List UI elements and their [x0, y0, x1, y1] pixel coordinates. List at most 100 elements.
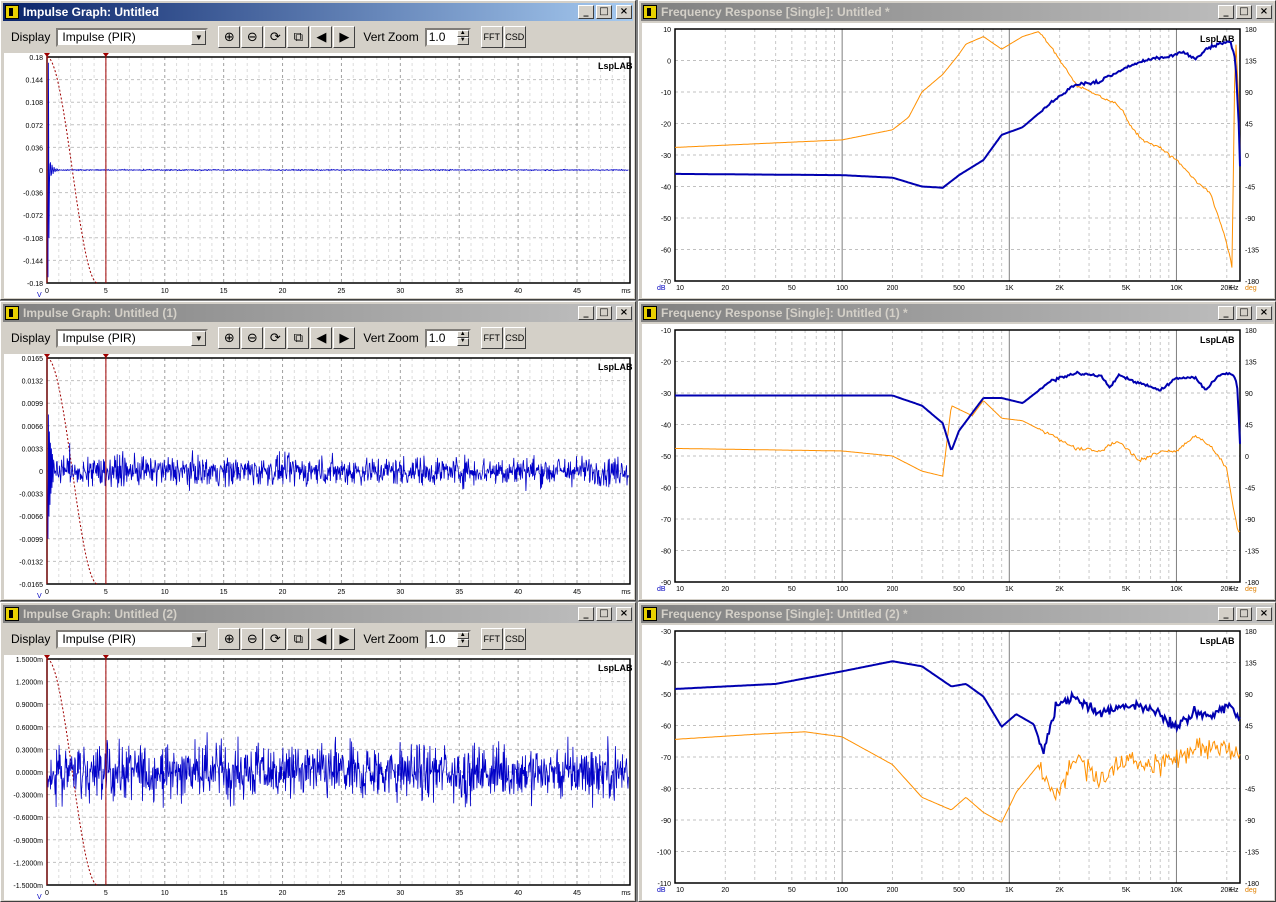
impulse-plot[interactable]: 0.0165 0.0132 0.0099 0.0066 0.0033 0 -0.0033 -0…	[4, 354, 634, 599]
close-button[interactable]: ×	[616, 5, 632, 19]
zoom-reset-button[interactable]: ⟳	[264, 327, 287, 349]
csd-button[interactable]: CSD	[503, 26, 526, 48]
chevron-down-icon[interactable]: ▼	[191, 330, 207, 346]
window-titlebar[interactable]: Impulse Graph: Untitled (2) _ □ ×	[3, 605, 633, 623]
deg-tick-label: -45	[1245, 787, 1255, 794]
close-button[interactable]: ×	[1256, 607, 1272, 621]
zoom-reset-icon: ⟳	[269, 631, 281, 647]
arrow-left-icon: ◀	[316, 631, 327, 647]
y-tick-label: -1.2000m	[13, 860, 43, 867]
maximize-button[interactable]: □	[1236, 5, 1252, 19]
db-tick-label: -10	[661, 328, 671, 335]
fft-button[interactable]: FFT	[480, 26, 503, 48]
zoom-out-button[interactable]: ⊖	[241, 26, 264, 48]
x-tick-label: 5	[104, 890, 108, 897]
zoom-in-button[interactable]: ⊕	[218, 628, 241, 650]
spin-down-icon[interactable]: ▼	[456, 639, 469, 647]
maximize-button[interactable]: □	[1236, 306, 1252, 320]
freq-tick-label: 2K	[1055, 586, 1064, 593]
y-tick-label: 0.036	[25, 145, 43, 152]
db-tick-label: -50	[661, 216, 671, 223]
close-button[interactable]: ×	[616, 607, 632, 621]
chevron-down-icon[interactable]: ▼	[191, 631, 207, 647]
close-button[interactable]: ×	[1256, 306, 1272, 320]
freq-window-0[interactable]: Frequency Response [Single]: Untitled * …	[638, 0, 1276, 300]
x-tick-label: ms	[621, 890, 631, 897]
x-tick-label: 10	[161, 288, 169, 295]
zoom-fit-icon: ⧉	[293, 29, 303, 45]
minimize-button[interactable]: _	[578, 5, 594, 19]
window-titlebar[interactable]: Impulse Graph: Untitled _ □ ×	[3, 3, 633, 21]
spin-up-icon[interactable]: ▲	[456, 29, 469, 37]
scroll-right-button[interactable]: ▶	[333, 327, 356, 349]
freq-window-2[interactable]: Frequency Response [Single]: Untitled (2…	[638, 602, 1276, 902]
spin-up-icon[interactable]: ▲	[456, 330, 469, 338]
impulse-window-1[interactable]: Impulse Graph: Untitled (1) _ □ × Displa…	[0, 301, 636, 601]
arrow-right-icon: ▶	[339, 631, 350, 647]
csd-button[interactable]: CSD	[503, 327, 526, 349]
zoom-fit-button[interactable]: ⧉	[287, 26, 310, 48]
minimize-button[interactable]: _	[578, 306, 594, 320]
zoom-in-button[interactable]: ⊕	[218, 26, 241, 48]
window-titlebar[interactable]: Frequency Response [Single]: Untitled * …	[641, 3, 1273, 21]
zoom-fit-button[interactable]: ⧉	[287, 628, 310, 650]
window-titlebar[interactable]: Frequency Response [Single]: Untitled (1…	[641, 304, 1273, 322]
db-tick-label: -80	[661, 549, 671, 556]
frequency-plot[interactable]: 100-10-20-30-40-50-60-7018013590450-45-9…	[642, 23, 1274, 298]
maximize-button[interactable]: □	[596, 607, 612, 621]
minimize-button[interactable]: _	[1218, 306, 1234, 320]
zoom-out-button[interactable]: ⊖	[241, 327, 264, 349]
zoom-in-button[interactable]: ⊕	[218, 327, 241, 349]
db-tick-label: -40	[661, 185, 671, 192]
zoom-fit-button[interactable]: ⧉	[287, 327, 310, 349]
fft-button[interactable]: FFT	[480, 628, 503, 650]
scroll-left-button[interactable]: ◀	[310, 327, 333, 349]
close-button[interactable]: ×	[616, 306, 632, 320]
display-select[interactable]: Impulse (PIR) ▼	[56, 27, 209, 47]
impulse-plot[interactable]: 1.5000m 1.2000m 0.9000m 0.6000m 0.3000m 0.000…	[4, 655, 634, 900]
db-tick-label: -50	[661, 692, 671, 699]
display-select-value: Impulse (PIR)	[62, 331, 136, 345]
zoom-out-button[interactable]: ⊖	[241, 628, 264, 650]
frequency-plot[interactable]: -10 -20 -30 -40 -50 -60 -70 -80 -90 180 135 90 45 0 -4…	[642, 324, 1274, 599]
freq-window-1[interactable]: Frequency Response [Single]: Untitled (1…	[638, 301, 1276, 601]
x-tick-label: 10	[161, 890, 169, 897]
scroll-left-button[interactable]: ◀	[310, 628, 333, 650]
display-select[interactable]: Impulse (PIR) ▼	[56, 629, 209, 649]
minimize-button[interactable]: _	[1218, 5, 1234, 19]
scroll-right-button[interactable]: ▶	[333, 628, 356, 650]
scroll-right-button[interactable]: ▶	[333, 26, 356, 48]
spin-down-icon[interactable]: ▼	[456, 338, 469, 346]
scroll-left-button[interactable]: ◀	[310, 26, 333, 48]
db-tick-label: -20	[661, 122, 671, 129]
minimize-button[interactable]: _	[1218, 607, 1234, 621]
y-tick-label: -0.3000m	[13, 793, 43, 800]
vert-zoom-spinner[interactable]: 1.0 ▲ ▼	[424, 328, 471, 348]
csd-button[interactable]: CSD	[503, 628, 526, 650]
vert-zoom-spinner[interactable]: 1.0 ▲ ▼	[424, 27, 471, 47]
x-tick-label: 15	[220, 890, 228, 897]
zoom-reset-button[interactable]: ⟳	[264, 26, 287, 48]
maximize-button[interactable]: □	[1236, 607, 1252, 621]
deg-tick-label: -90	[1245, 517, 1255, 524]
frequency-plot[interactable]: -30-40-50-60-70-80-90-100-11018013590450…	[642, 625, 1274, 900]
maximize-button[interactable]: □	[596, 306, 612, 320]
chevron-down-icon[interactable]: ▼	[191, 29, 207, 45]
window-titlebar[interactable]: Frequency Response [Single]: Untitled (2…	[641, 605, 1273, 623]
vert-zoom-spinner[interactable]: 1.0 ▲ ▼	[424, 629, 471, 649]
impulse-plot[interactable]: 0.18 0.144 0.108 0.072 0.036 0 -0.036 -0.072 -0.…	[4, 53, 634, 298]
display-select[interactable]: Impulse (PIR) ▼	[56, 328, 209, 348]
zoom-reset-button[interactable]: ⟳	[264, 628, 287, 650]
freq-tick-label: 5K	[1122, 586, 1131, 593]
freq-tick-label: 10K	[1170, 586, 1183, 593]
maximize-button[interactable]: □	[596, 5, 612, 19]
spin-up-icon[interactable]: ▲	[456, 631, 469, 639]
db-tick-label: -30	[661, 153, 671, 160]
impulse-window-2[interactable]: Impulse Graph: Untitled (2) _ □ × Displa…	[0, 602, 636, 902]
impulse-window-0[interactable]: Impulse Graph: Untitled _ □ × Display Im…	[0, 0, 636, 300]
close-button[interactable]: ×	[1256, 5, 1272, 19]
spin-down-icon[interactable]: ▼	[456, 37, 469, 45]
fft-button[interactable]: FFT	[480, 327, 503, 349]
window-titlebar[interactable]: Impulse Graph: Untitled (1) _ □ ×	[3, 304, 633, 322]
minimize-button[interactable]: _	[578, 607, 594, 621]
